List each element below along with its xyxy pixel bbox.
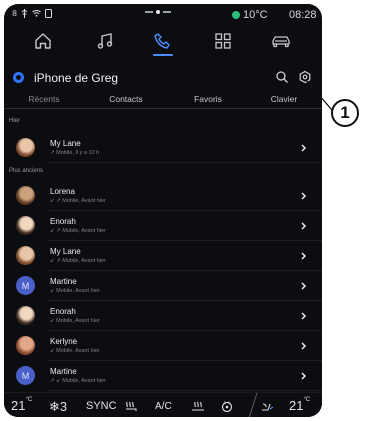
phone-name: iPhone de Greg [34,71,119,85]
sync-button[interactable]: SYNC [86,400,117,412]
contact-name: My Lane [50,247,81,256]
call-detail: ↙ ↗ Mobile, Avant hier [50,258,106,264]
status-icons: 𝟠 [12,9,53,18]
temperature-value: 10°C [243,9,268,21]
contact-avatar: M [16,366,35,385]
divider [248,392,258,417]
ac-button[interactable]: A/C [155,401,172,412]
contact-avatar [16,216,35,235]
chevron-right-icon [301,144,307,152]
group-label-yesterday: Hier [9,118,21,124]
nav-apps[interactable] [196,24,250,58]
contact-name: My Lane [50,139,81,148]
wifi-icon [32,10,41,17]
chevron-right-icon [301,192,307,200]
nav-home[interactable] [16,24,70,58]
phone-icon [154,33,170,49]
tab-keypad[interactable]: Clavier [252,94,316,104]
music-icon [97,33,113,49]
steering-heat-icon[interactable] [220,400,234,412]
bluetooth-icon: 𝟠 [12,9,18,18]
fan-icon: ❄ [49,399,60,414]
temp-left[interactable]: 21°C [11,397,32,413]
call-detail: ↗ ↙ Mobile, Avant hier [50,378,106,384]
chevron-right-icon [301,312,307,320]
contact-avatar [16,246,35,265]
call-row[interactable]: Kerlyne ↙ Mobile, Avant hier [4,332,322,362]
outside-temperature: 10°C [232,9,268,21]
callout-marker: 1 [331,99,359,127]
infotainment-screen: 𝟠 10°C 08:28 iPhone de Greg Récents Cont… [4,4,322,417]
settings-icon[interactable] [298,70,312,84]
call-row[interactable]: My Lane ↗ Mobile, Il y a 12 h [4,134,322,164]
contact-name: Lorena [50,187,75,196]
call-row[interactable]: Lorena ↙ ↗ Mobile, Avant hier [4,182,322,212]
phone-header: iPhone de Greg [4,64,322,92]
tab-recents[interactable]: Récents [16,94,72,104]
main-nav [4,24,322,58]
contact-avatar [16,138,35,157]
call-detail: ↙ ↗ Mobile, Avant hier [50,228,106,234]
nav-music[interactable] [78,24,132,58]
temp-right[interactable]: 21°C [289,397,310,413]
call-detail: ↙ Mobile, Avant hier [50,318,100,324]
call-detail: ↙ Mobile, Avant hier [50,288,100,294]
apps-icon [215,33,231,49]
clock: 08:28 [289,9,317,21]
car-icon [272,36,290,48]
climate-bar: 21°C ❄3 SYNC A/C 21°C [4,392,322,417]
contact-avatar [16,336,35,355]
call-detail: ↗ Mobile, Il y a 12 h [50,150,100,156]
row-divider [47,300,322,301]
call-row[interactable]: Enorah ↙ ↗ Mobile, Avant hier [4,212,322,242]
rear-defrost-icon[interactable] [191,400,205,412]
contact-avatar: M [16,276,35,295]
chevron-right-icon [301,372,307,380]
contact-name: Martine [50,367,77,376]
contact-name: Enorah [50,307,76,316]
call-row[interactable]: My Lane ↙ ↗ Mobile, Avant hier [4,242,322,272]
nav-phone[interactable] [136,24,190,58]
chevron-right-icon [301,252,307,260]
chevron-right-icon [301,342,307,350]
chevron-right-icon [301,222,307,230]
tab-favorites[interactable]: Favoris [178,94,238,104]
phone-signal-icon [45,9,53,18]
fan-speed[interactable]: ❄3 [49,399,67,415]
temperature-status-dot [232,11,240,19]
contact-name: Kerlyne [50,337,78,346]
contact-avatar [16,306,35,325]
row-divider [47,162,322,163]
page-dots [145,10,171,14]
call-detail: ↙ ↗ Mobile, Avant hier [50,198,106,204]
nav-car[interactable] [254,24,308,58]
row-divider [47,330,322,331]
call-detail: ↙ Mobile, Avant hier [50,348,100,354]
seat-heat-icon[interactable] [124,400,138,412]
connected-phone-icon [13,72,24,83]
tabs-divider [4,108,322,109]
row-divider [47,360,322,361]
call-row[interactable]: M Martine ↗ ↙ Mobile, Avant hier [4,362,322,392]
call-tabs: Récents Contacts Favoris Clavier [4,94,322,108]
status-bar: 𝟠 10°C 08:28 [4,4,322,24]
row-divider [47,240,322,241]
row-divider [47,210,322,211]
row-divider [47,270,322,271]
call-row[interactable]: M Martine ↙ Mobile, Avant hier [4,272,322,302]
contact-avatar [16,186,35,205]
group-label-older: Plus anciens [9,168,44,174]
seat-vent-icon[interactable] [260,400,274,412]
tab-contacts[interactable]: Contacts [96,94,156,104]
search-icon[interactable] [275,70,289,84]
row-divider [47,390,322,391]
call-row[interactable]: Enorah ↙ Mobile, Avant hier [4,302,322,332]
contact-name: Martine [50,277,77,286]
home-icon [35,33,51,49]
contact-name: Enorah [50,217,76,226]
usb-icon [21,9,28,18]
chevron-right-icon [301,282,307,290]
